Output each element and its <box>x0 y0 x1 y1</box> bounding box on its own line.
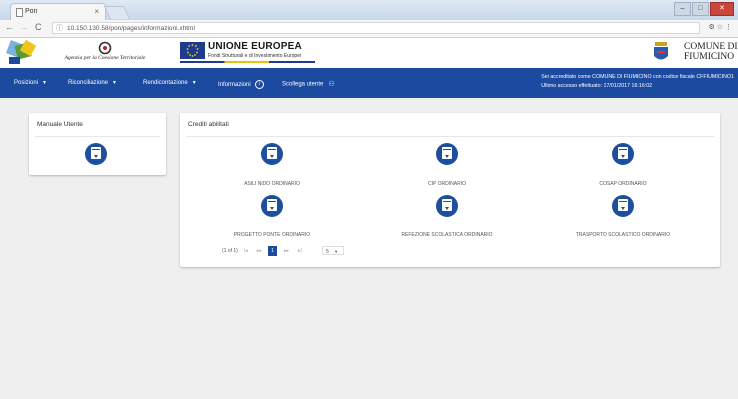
next-page-button[interactable]: ▸▸ <box>284 248 289 254</box>
credit-label: CIP ORDINARIO <box>428 181 466 187</box>
eu-flag-icon <box>180 42 205 59</box>
user-session-info: Sei accreditato come COMUNE DI FIUMICINO… <box>541 73 734 91</box>
nav-rendicontazione-label: Rendicontazione <box>143 80 188 86</box>
comune-crest-icon <box>654 42 668 60</box>
comune-line2: FIUMICINO <box>684 52 735 62</box>
eu-subtitle: Fondi Strutturali e di Investimento Euro… <box>208 53 302 59</box>
download-cip-icon[interactable] <box>436 143 458 165</box>
credit-label: PROGETTO PONTE ORDINARIO <box>233 232 311 238</box>
download-trasporto-icon[interactable] <box>612 195 634 217</box>
page-info: (1 of 1) <box>222 248 238 254</box>
browser-tab[interactable]: Pon × <box>10 3 106 20</box>
minimize-button[interactable]: – <box>674 2 691 16</box>
caret-down-icon: ▼ <box>112 80 117 86</box>
back-icon[interactable]: ← <box>5 22 14 32</box>
forward-icon[interactable]: → <box>19 22 28 32</box>
url-text: 10.150.130.58/pon/pages/informazioni.xht… <box>67 25 195 32</box>
pon-logo <box>6 40 37 64</box>
last-page-button[interactable]: ▸| <box>298 248 302 254</box>
credits-card: Crediti abilitati ASILI NIDO ORDINARIO C… <box>180 113 720 267</box>
credits-card-title: Crediti abilitati <box>188 121 229 128</box>
nav-riconciliazione-label: Riconciliazione <box>68 80 109 86</box>
tab-title: Pon <box>25 8 38 15</box>
eu-title: UNIONE EUROPEA <box>208 41 302 52</box>
nav-scollega-label: Scollega utente <box>282 81 324 88</box>
credit-label: REFEZIONE SCOLASTICA ORDINARIO <box>401 232 493 238</box>
credit-label: COSAP ORDINARIO <box>599 181 647 187</box>
nav-posizioni[interactable]: Posizioni ▼ <box>14 80 47 86</box>
nav-scollega-utente[interactable]: Scollega utente ⚇ <box>282 80 335 88</box>
info-icon[interactable]: ⓘ <box>56 23 63 35</box>
user-icon: ⚇ <box>328 81 335 88</box>
manual-card: Manuale Utente <box>29 113 166 175</box>
manual-card-title: Manuale Utente <box>37 121 83 128</box>
close-button[interactable]: ✕ <box>710 2 734 16</box>
download-progetto-ponte-icon[interactable] <box>261 195 283 217</box>
caret-down-icon: ▼ <box>191 80 197 86</box>
page-icon <box>16 8 23 17</box>
nav-riconciliazione[interactable]: Riconciliazione ▼ <box>68 80 117 86</box>
agency-logo: Agenzia per la Coesione Territoriale <box>60 40 150 66</box>
agency-name: Agenzia per la Coesione Territoriale <box>64 55 146 61</box>
eu-stripe <box>180 61 315 63</box>
accredited-as-text: Sei accreditato come COMUNE DI FIUMICINO… <box>541 74 734 80</box>
prev-page-button[interactable]: ◂◂ <box>256 248 261 254</box>
divider <box>35 136 160 137</box>
download-manual-icon[interactable] <box>85 143 107 165</box>
comune-line1: COMUNE DI <box>684 42 738 52</box>
browser-titlebar: Pon × – □ ✕ <box>0 0 738 20</box>
comune-name: COMUNE DI FIUMICINO <box>684 42 738 62</box>
reload-icon[interactable]: C <box>35 22 42 32</box>
download-refezione-icon[interactable] <box>436 195 458 217</box>
rows-per-page-select[interactable]: 5 ▼ <box>322 246 344 255</box>
browser-menu-icons[interactable]: ⚙ ☆ ⋮ <box>709 23 732 31</box>
nav-posizioni-label: Posizioni <box>14 80 39 86</box>
tab-close-icon[interactable]: × <box>94 4 99 20</box>
download-asili-nido-icon[interactable] <box>261 143 283 165</box>
agency-emblem-icon <box>98 41 112 55</box>
address-bar: ← → C ⓘ 10.150.130.58/pon/pages/informaz… <box>0 20 738 38</box>
info-icon: i <box>254 80 264 89</box>
window-controls: – □ ✕ <box>674 2 734 16</box>
first-page-button[interactable]: |◂ <box>244 248 248 254</box>
credit-label: ASILI NIDO ORDINARIO <box>244 181 300 187</box>
nav-rendicontazione[interactable]: Rendicontazione ▼ <box>143 80 197 86</box>
divider <box>186 136 714 137</box>
credit-label: TRASPORTO SCOLASTICO ORDINARIO <box>575 232 671 238</box>
url-input[interactable]: ⓘ 10.150.130.58/pon/pages/informazioni.x… <box>52 22 700 34</box>
rows-per-page-value: 5 <box>326 249 329 255</box>
caret-down-icon: ▼ <box>334 249 339 254</box>
nav-informazioni[interactable]: Informazioni i <box>218 80 264 89</box>
caret-down-icon: ▼ <box>42 80 47 86</box>
last-access-text: Ultimo accesso effettuato: 17/01/2017 16… <box>541 83 653 89</box>
maximize-button[interactable]: □ <box>692 2 709 16</box>
nav-informazioni-label: Informazioni <box>218 82 251 89</box>
site-header: Agenzia per la Coesione Territoriale UNI… <box>0 38 738 68</box>
download-cosap-icon[interactable] <box>612 143 634 165</box>
current-page-button[interactable]: 1 <box>268 246 277 256</box>
new-tab-button[interactable] <box>103 6 131 19</box>
main-navbar: Posizioni ▼ Riconciliazione ▼ Rendicontazi… <box>0 68 738 98</box>
